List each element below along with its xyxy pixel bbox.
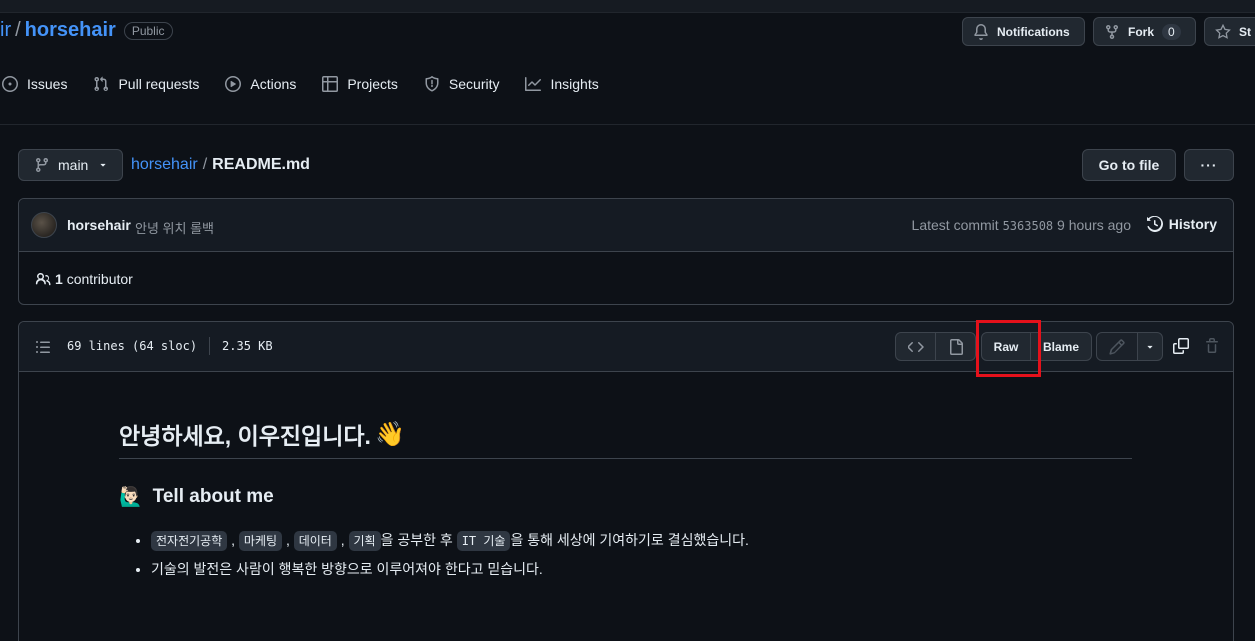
fork-button[interactable]: Fork 0 (1093, 17, 1196, 46)
fork-icon (1106, 24, 1118, 39)
tab-security[interactable]: Security (424, 76, 500, 92)
code-icon (907, 341, 924, 352)
bell-icon (974, 23, 988, 40)
contributor-label: contributor (66, 271, 133, 287)
waving-hand-icon: 👋 (374, 420, 405, 448)
more-options-button[interactable]: ··· (1184, 149, 1234, 181)
avatar[interactable] (31, 212, 57, 238)
list-item: 기술의 발전은 사람이 행복한 방향으로 이루어져야 한다고 믿습니다. (151, 555, 1132, 583)
latest-commit-label: Latest commit (911, 217, 999, 233)
star-label: St (1239, 24, 1251, 39)
star-button[interactable]: St (1204, 17, 1255, 46)
tab-issues[interactable]: Issues (2, 76, 67, 92)
graph-icon (525, 77, 542, 91)
tab-insights[interactable]: Insights (525, 76, 599, 92)
star-icon (1215, 23, 1231, 39)
section-heading-text: Tell about me (152, 486, 274, 507)
tab-issues-label: Issues (27, 76, 68, 92)
file-lines: 69 lines (64 sloc) (67, 339, 198, 353)
list-comma: , (285, 532, 290, 548)
people-icon (35, 273, 51, 286)
play-icon (225, 76, 242, 92)
copy-icon[interactable] (1173, 338, 1189, 354)
breadcrumb-file: README.md (212, 156, 310, 173)
list-unordered-icon[interactable] (35, 339, 51, 355)
file-meta: 69 lines (64 sloc) 2.35 KB (67, 337, 273, 355)
list-comma: , (231, 532, 236, 548)
trash-icon[interactable] (1204, 338, 1220, 354)
breadcrumb-separator: / (202, 156, 208, 173)
caret-down-icon (1147, 345, 1153, 348)
caret-down-icon (100, 163, 106, 167)
branch-name: main (58, 157, 89, 173)
list-text: 기술의 발전은 사람이 행복한 방향으로 이루어져야 한다고 믿습니다. (151, 561, 543, 577)
latest-commit-row: horsehair 안녕 위치 롤백 Latest commit 5363508… (19, 199, 1233, 252)
tab-pull-requests-label: Pull requests (118, 76, 200, 92)
top-strip (0, 0, 1255, 13)
notifications-button[interactable]: Notifications (962, 17, 1085, 46)
tab-projects[interactable]: Projects (322, 76, 398, 92)
edit-dropdown-button[interactable] (1137, 332, 1163, 361)
display-source-button[interactable] (895, 332, 936, 361)
list-text: 을 공부한 후 (380, 532, 453, 548)
tab-security-label: Security (448, 76, 500, 92)
title-separator: / (15, 19, 21, 41)
display-rendered-button[interactable] (935, 332, 976, 361)
readme-content: 안녕하세요, 이우진입니다. 👋 🙋🏻‍♂️ Tell about me 전자전… (119, 418, 1132, 583)
person-raising-hand-icon: 🙋🏻‍♂️ (119, 487, 143, 508)
commit-sha[interactable]: 5363508 (1003, 219, 1054, 233)
readme-title: 안녕하세요, 이우진입니다. 👋 (119, 418, 1132, 459)
file-icon (949, 338, 963, 355)
inline-code: 데이터 (293, 531, 337, 551)
inline-code: IT 기술 (456, 531, 511, 551)
visibility-badge: Public (123, 21, 173, 40)
history-label: History (1168, 216, 1217, 232)
edit-button[interactable] (1096, 332, 1138, 361)
repo-name-link[interactable]: horsehair (25, 19, 116, 42)
commit-author[interactable]: horsehair (67, 217, 131, 233)
raw-button-highlight (976, 320, 1041, 377)
tab-actions[interactable]: Actions (225, 76, 296, 92)
tab-insights-label: Insights (550, 76, 599, 92)
inline-code: 전자전기공학 (151, 531, 228, 551)
repo-nav-tabs: Issues Pull requests Actions Projects Se… (0, 76, 625, 92)
section-heading: 🙋🏻‍♂️ Tell about me (119, 485, 1132, 509)
history-button[interactable]: History (1146, 216, 1217, 232)
pull-request-icon (94, 76, 109, 92)
branch-icon (36, 157, 48, 173)
commit-time: 9 hours ago (1057, 217, 1131, 233)
breadcrumb-repo-link[interactable]: horsehair (131, 156, 198, 174)
history-icon (1146, 216, 1163, 232)
notifications-label: Notifications (997, 24, 1070, 39)
table-icon (322, 76, 339, 92)
file-breadcrumb: horsehair / README.md (131, 156, 310, 174)
repo-title: ir / horsehair Public (0, 19, 173, 42)
fork-label: Fork (1128, 24, 1155, 39)
issue-icon (2, 76, 18, 92)
inline-code: 기획 (348, 531, 381, 551)
contributors-link[interactable]: 1 contributor (35, 271, 133, 287)
file-header: 69 lines (64 sloc) 2.35 KB Raw Blame (19, 322, 1233, 372)
file-size: 2.35 KB (222, 339, 273, 353)
tab-projects-label: Projects (347, 76, 398, 92)
shield-icon (425, 76, 439, 92)
branch-selector[interactable]: main (18, 149, 123, 181)
inline-code: 마케팅 (238, 531, 283, 551)
list-text: 을 통해 세상에 기여하기로 결심했습니다. (510, 532, 749, 548)
commit-box: horsehair 안녕 위치 롤백 Latest commit 5363508… (18, 198, 1234, 305)
list-comma: , (340, 532, 345, 548)
go-to-file-button[interactable]: Go to file (1082, 149, 1176, 181)
list-item: 전자전기공학 , 마케팅 , 데이터 , 기획을 공부한 후 IT 기술을 통해… (151, 526, 1132, 555)
fork-counter: 0 (1162, 23, 1181, 40)
tab-pull-requests[interactable]: Pull requests (93, 76, 199, 92)
pencil-icon (1109, 338, 1125, 355)
latest-commit-info: Latest commit 5363508 9 hours ago (912, 217, 1131, 233)
readme-title-text: 안녕하세요, 이우진입니다. (119, 423, 371, 449)
contributor-count: 1 (55, 271, 63, 287)
repo-owner-link[interactable]: ir (0, 19, 11, 42)
tab-actions-label: Actions (250, 76, 297, 92)
commit-message[interactable]: 안녕 위치 롤백 (135, 218, 214, 237)
about-list: 전자전기공학 , 마케팅 , 데이터 , 기획을 공부한 후 IT 기술을 통해… (119, 526, 1132, 583)
meta-divider (209, 337, 211, 355)
